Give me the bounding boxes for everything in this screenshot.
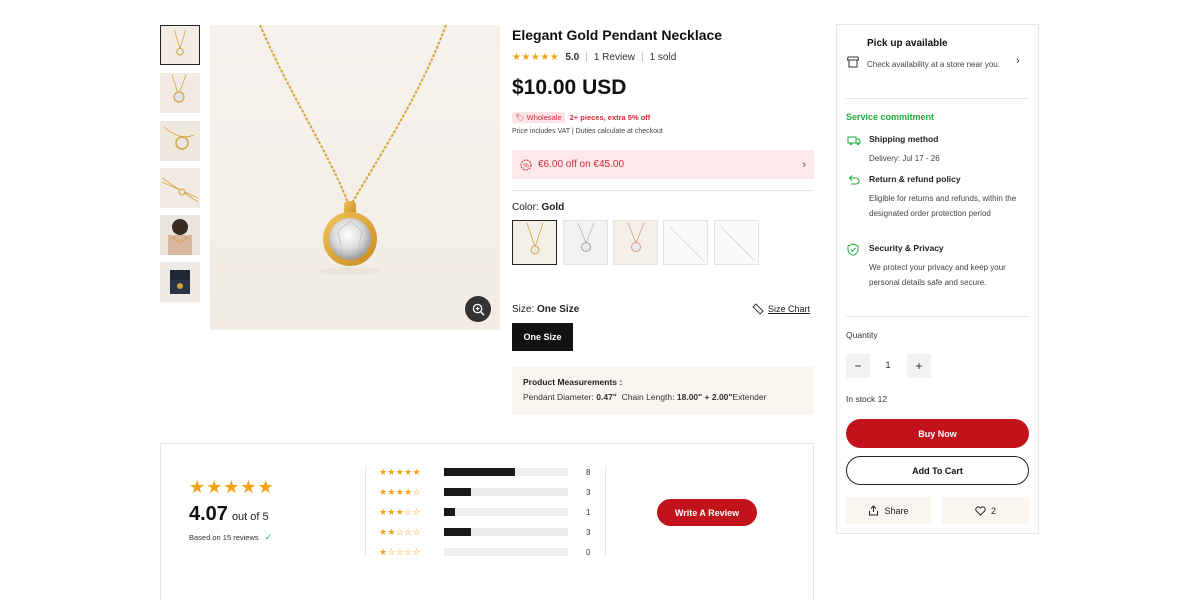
promo-banner[interactable]: % €6.00 off on €45.00 › bbox=[512, 150, 814, 179]
row-stars: ★★★★☆ bbox=[379, 486, 421, 497]
thumbnail-4[interactable] bbox=[160, 168, 200, 208]
color-swatch-silver[interactable] bbox=[563, 220, 608, 265]
buy-now-button[interactable]: Buy Now bbox=[846, 419, 1029, 448]
row-stars: ★☆☆☆☆ bbox=[379, 546, 421, 557]
ruler-icon bbox=[752, 303, 764, 315]
divider bbox=[512, 190, 814, 191]
heart-icon bbox=[975, 505, 986, 516]
promo-text: €6.00 off on €45.00 bbox=[538, 159, 625, 170]
rating-bar bbox=[444, 468, 568, 476]
security-text: We protect your privacy and keep your pe… bbox=[869, 263, 1006, 287]
rating-bar bbox=[444, 548, 568, 556]
sold-count: 1 sold bbox=[649, 52, 677, 63]
rating-bar-fill bbox=[444, 468, 515, 476]
rating-bar-fill bbox=[444, 508, 455, 516]
product-title: Elegant Gold Pendant Necklace bbox=[512, 27, 723, 43]
color-swatch-gold[interactable] bbox=[512, 220, 557, 265]
divider bbox=[605, 466, 606, 556]
quantity-decrease-button[interactable]: − bbox=[846, 354, 870, 378]
share-icon bbox=[869, 505, 879, 516]
row-count: 1 bbox=[586, 507, 591, 517]
wholesale-row: 🏷 Wholesale 2+ pieces, extra 5% off bbox=[512, 112, 650, 123]
add-to-cart-button[interactable]: Add To Cart bbox=[846, 456, 1029, 485]
main-product-image bbox=[210, 25, 500, 330]
pickup-text[interactable]: Check availability at a store near you. bbox=[867, 57, 1012, 72]
row-count: 3 bbox=[586, 487, 591, 497]
divider bbox=[365, 466, 366, 556]
row-count: 0 bbox=[586, 547, 591, 557]
rating-row[interactable]: ★★☆☆☆ 3 bbox=[379, 526, 590, 538]
stock-status: In stock 12 bbox=[846, 394, 888, 404]
share-button[interactable]: Share bbox=[846, 497, 931, 524]
check-icon: ✓ bbox=[264, 532, 273, 542]
shipping-title: Shipping method bbox=[869, 134, 939, 144]
rating-row[interactable]: ★☆☆☆☆ 0 bbox=[379, 546, 590, 558]
quantity-value[interactable]: 1 bbox=[880, 360, 896, 370]
svg-text:%: % bbox=[523, 163, 529, 169]
rating-row[interactable]: ★★★★★ 8 bbox=[379, 466, 590, 478]
security-title: Security & Privacy bbox=[869, 243, 944, 253]
rating-bar-fill bbox=[444, 488, 471, 496]
divider bbox=[846, 98, 1029, 99]
zoom-icon bbox=[472, 303, 485, 316]
wishlist-button[interactable]: 2 bbox=[942, 497, 1029, 524]
color-swatch-rose-gold[interactable] bbox=[613, 220, 658, 265]
wholesale-badge: 🏷 Wholesale bbox=[512, 112, 565, 123]
based-on-reviews: Based on 15 reviews ✓ bbox=[189, 532, 273, 542]
color-swatch-unavailable-1[interactable] bbox=[663, 220, 708, 265]
row-stars: ★★☆☆☆ bbox=[379, 526, 421, 537]
size-label: Size: One Size bbox=[512, 304, 580, 315]
rating-bar bbox=[444, 488, 568, 496]
thumbnail-5[interactable] bbox=[160, 215, 200, 255]
truck-icon bbox=[847, 136, 861, 146]
size-option-one-size[interactable]: One Size bbox=[512, 323, 573, 351]
shield-icon bbox=[847, 243, 859, 256]
row-stars: ★★★★★ bbox=[379, 466, 421, 477]
thumbnail-1[interactable] bbox=[160, 25, 200, 65]
return-text: Eligible for returns and refunds, within… bbox=[869, 194, 1017, 218]
row-count: 3 bbox=[586, 527, 591, 537]
average-stars: ★★★★★ bbox=[189, 477, 275, 497]
rating-bar bbox=[444, 508, 568, 516]
size-chart-link[interactable]: Size Chart bbox=[752, 303, 810, 315]
shipping-text: Delivery: Jul 17 - 26 bbox=[869, 154, 940, 163]
row-stars: ★★★☆☆ bbox=[379, 506, 421, 517]
zoom-button[interactable] bbox=[465, 296, 491, 322]
rating-bar-fill bbox=[444, 528, 471, 536]
divider bbox=[846, 316, 1029, 317]
store-icon bbox=[846, 56, 860, 68]
return-title: Return & refund policy bbox=[869, 174, 961, 184]
quantity-increase-button[interactable]: + bbox=[907, 354, 931, 378]
thumbnail-6[interactable] bbox=[160, 262, 200, 302]
color-label: Color: Gold bbox=[512, 202, 565, 213]
rating-stars: ★★★★★ bbox=[512, 52, 560, 63]
write-review-button[interactable]: Write A Review bbox=[657, 499, 757, 526]
chevron-right-icon: › bbox=[802, 158, 806, 171]
rating-value: 5.0 bbox=[565, 52, 580, 63]
coupon-icon: % bbox=[520, 159, 532, 170]
row-count: 8 bbox=[586, 467, 591, 477]
vat-note: Price includes VAT | Duties calculate at… bbox=[512, 128, 663, 135]
pickup-title: Pick up available bbox=[867, 38, 948, 49]
color-swatch-unavailable-2[interactable] bbox=[714, 220, 759, 265]
rating-bar bbox=[444, 528, 568, 536]
price: $10.00 USD bbox=[512, 76, 627, 99]
quantity-label: Quantity bbox=[846, 330, 878, 340]
product-measurements: Product Measurements : Pendant Diameter:… bbox=[512, 367, 814, 415]
review-count-link[interactable]: 1 Review bbox=[594, 52, 635, 63]
chevron-right-icon[interactable]: › bbox=[1016, 55, 1020, 67]
service-title: Service commitment bbox=[846, 112, 935, 122]
rating-row[interactable]: ★★★☆☆ 1 bbox=[379, 506, 590, 518]
rating-row: ★★★★★ 5.0 | 1 Review | 1 sold bbox=[512, 52, 677, 63]
thumbnail-3[interactable] bbox=[160, 121, 200, 161]
wholesale-text: 2+ pieces, extra 5% off bbox=[569, 113, 651, 122]
thumbnail-2[interactable] bbox=[160, 73, 200, 113]
average-score: 4.07 out of 5 bbox=[189, 503, 269, 525]
return-icon bbox=[848, 175, 860, 185]
rating-row[interactable]: ★★★★☆ 3 bbox=[379, 486, 590, 498]
